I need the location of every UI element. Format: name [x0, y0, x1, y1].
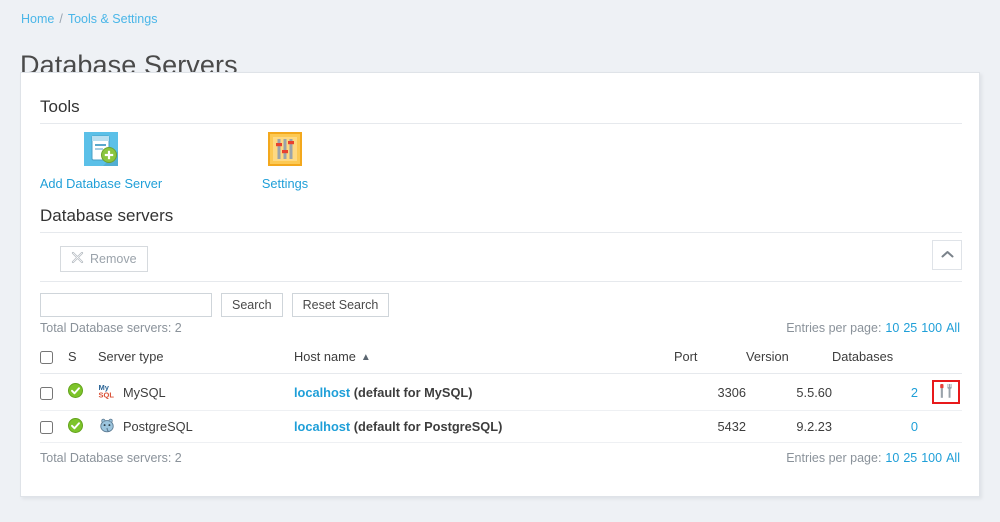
header-port[interactable]: Port	[674, 345, 746, 374]
row-select-cell	[40, 374, 68, 411]
breadcrumb-item-tools-settings[interactable]: Tools & Settings	[68, 12, 158, 26]
header-server-type[interactable]: Server type	[98, 345, 294, 374]
row-server-type-label: MySQL	[123, 385, 166, 400]
entries-option-10-bottom[interactable]: 10	[885, 451, 899, 465]
row-checkbox-mysql[interactable]	[40, 387, 53, 400]
total-servers-label-bottom: Total Database servers: 2	[40, 451, 182, 465]
row-databases-link-postgresql[interactable]: 0	[911, 419, 918, 434]
row-version-postgresql: 9.2.23	[746, 411, 832, 443]
settings-sliders-icon	[267, 131, 303, 167]
servers-divider	[40, 232, 962, 233]
entries-option-100-top[interactable]: 100	[921, 321, 942, 335]
table-row: My SQL MySQL localhost (default for MySQ…	[40, 374, 962, 411]
row-databases-cell-postgresql: 0	[832, 411, 918, 443]
collapse-section-button[interactable]	[932, 240, 962, 270]
row-actions-mysql	[918, 374, 962, 411]
entries-per-page-label-top: Entries per page:	[786, 321, 881, 335]
breadcrumb: Home / Tools & Settings	[21, 12, 157, 26]
remove-button[interactable]: Remove	[60, 246, 148, 272]
entries-per-page-label-bottom: Entries per page:	[786, 451, 881, 465]
status-ok-icon	[68, 386, 83, 401]
row-select-cell	[40, 411, 68, 443]
status-ok-icon	[68, 421, 83, 436]
entries-option-all-bottom[interactable]: All	[946, 451, 960, 465]
entries-option-25-top[interactable]: 25	[903, 321, 917, 335]
search-row: Search Reset Search	[40, 293, 389, 317]
main-panel: Tools	[20, 72, 980, 497]
tools-section-heading: Tools	[40, 97, 80, 117]
postgresql-elephant-icon	[98, 417, 116, 436]
header-status: S	[68, 345, 98, 374]
servers-toolbar: Remove	[40, 240, 962, 282]
header-actions	[918, 345, 962, 374]
tools-wrench-screwdriver-icon[interactable]	[938, 383, 954, 402]
mysql-logo-icon: My SQL	[98, 383, 116, 402]
row-server-type-cell: My SQL MySQL	[98, 374, 294, 411]
row-host-suffix-postgresql: (default for PostgreSQL)	[354, 419, 503, 434]
tools-divider	[40, 123, 962, 124]
tools-row: Add Database Server	[40, 131, 346, 191]
row-checkbox-postgresql[interactable]	[40, 421, 53, 434]
entries-per-page-top: Entries per page: 10 25 100 All	[786, 321, 960, 335]
reset-search-button[interactable]: Reset Search	[292, 293, 390, 317]
row-databases-cell-mysql: 2	[832, 374, 918, 411]
breadcrumb-separator: /	[59, 12, 62, 26]
tool-settings-label: Settings	[262, 176, 308, 191]
page-root: Home/Tools & Settings Database Servers T…	[0, 0, 1000, 522]
header-host-name[interactable]: Host name ▲	[294, 345, 674, 374]
entries-option-10-top[interactable]: 10	[885, 321, 899, 335]
table-header-row: S Server type Host name ▲ Port Version Da…	[40, 345, 962, 374]
entries-option-25-bottom[interactable]: 25	[903, 451, 917, 465]
highlight-box	[932, 380, 960, 404]
select-all-checkbox[interactable]	[40, 351, 53, 364]
row-status-cell	[68, 374, 98, 411]
tool-add-database-server[interactable]: Add Database Server	[40, 131, 162, 191]
row-status-cell	[68, 411, 98, 443]
header-select-all	[40, 345, 68, 374]
entries-per-page-bottom: Entries per page: 10 25 100 All	[786, 451, 960, 465]
search-input[interactable]	[40, 293, 212, 317]
svg-text:SQL: SQL	[99, 390, 115, 399]
row-host-link-mysql[interactable]: localhost	[294, 385, 350, 400]
row-databases-link-mysql[interactable]: 2	[911, 385, 918, 400]
row-host-link-postgresql[interactable]: localhost	[294, 419, 350, 434]
row-port-mysql: 3306	[674, 374, 746, 411]
header-databases[interactable]: Databases	[832, 345, 918, 374]
entries-option-100-bottom[interactable]: 100	[921, 451, 942, 465]
row-host-cell: localhost (default for PostgreSQL)	[294, 411, 674, 443]
row-host-cell: localhost (default for MySQL)	[294, 374, 674, 411]
remove-button-label: Remove	[90, 252, 137, 266]
header-host-name-label: Host name	[294, 349, 356, 364]
total-servers-label-top: Total Database servers: 2	[40, 321, 182, 335]
row-version-mysql: 5.5.60	[746, 374, 832, 411]
sort-ascending-icon: ▲	[361, 352, 371, 363]
tool-add-database-server-label: Add Database Server	[40, 176, 162, 191]
chevron-up-icon	[941, 246, 954, 264]
row-actions-postgresql	[918, 411, 962, 443]
search-button[interactable]: Search	[221, 293, 283, 317]
table-row: PostgreSQL localhost (default for Postgr…	[40, 411, 962, 443]
database-servers-table: S Server type Host name ▲ Port Version Da…	[40, 345, 962, 443]
add-database-server-icon	[83, 131, 119, 167]
row-host-suffix-mysql: (default for MySQL)	[354, 385, 473, 400]
row-port-postgresql: 5432	[674, 411, 746, 443]
breadcrumb-item-home[interactable]: Home	[21, 12, 54, 26]
remove-x-icon	[71, 251, 84, 267]
header-version[interactable]: Version	[746, 345, 832, 374]
entries-option-all-top[interactable]: All	[946, 321, 960, 335]
tool-settings[interactable]: Settings	[224, 131, 346, 191]
row-server-type-cell: PostgreSQL	[98, 411, 294, 443]
servers-section-heading: Database servers	[40, 206, 173, 226]
row-server-type-label: PostgreSQL	[123, 419, 193, 434]
